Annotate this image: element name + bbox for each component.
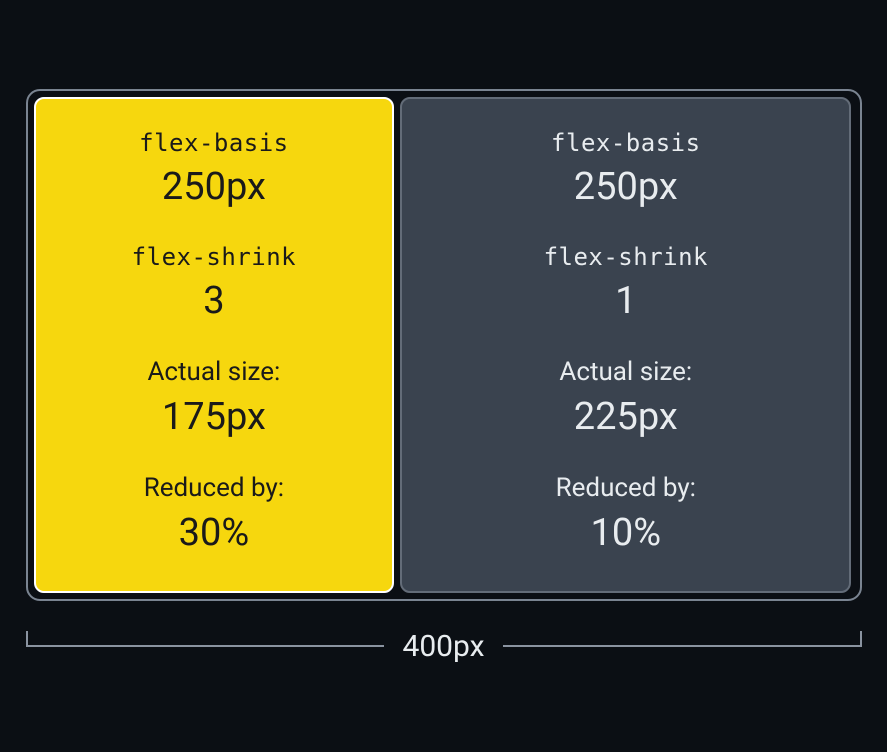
reduced-value: 10% — [412, 511, 839, 555]
shrink-label: flex-shrink — [412, 243, 839, 271]
width-dimension-bracket: 400px — [26, 629, 862, 664]
actual-value: 175px — [46, 395, 383, 439]
reduced-label: Reduced by: — [412, 473, 839, 503]
shrink-value: 1 — [412, 279, 839, 323]
basis-value: 250px — [412, 165, 839, 209]
bracket-line-right — [503, 645, 862, 647]
flex-item-right: flex-basis 250px flex-shrink 1 Actual si… — [400, 97, 851, 593]
shrink-value: 3 — [46, 279, 383, 323]
flex-item-left: flex-basis 250px flex-shrink 3 Actual si… — [34, 97, 395, 593]
basis-label: flex-basis — [412, 129, 839, 157]
basis-value: 250px — [46, 165, 383, 209]
shrink-label: flex-shrink — [46, 243, 383, 271]
actual-label: Actual size: — [412, 357, 839, 387]
actual-label: Actual size: — [46, 357, 383, 387]
bracket-line-left — [26, 645, 385, 647]
basis-label: flex-basis — [46, 129, 383, 157]
flex-container: flex-basis 250px flex-shrink 3 Actual si… — [26, 89, 862, 601]
actual-value: 225px — [412, 395, 839, 439]
container-width-label: 400px — [384, 629, 502, 664]
reduced-value: 30% — [46, 511, 383, 555]
reduced-label: Reduced by: — [46, 473, 383, 503]
